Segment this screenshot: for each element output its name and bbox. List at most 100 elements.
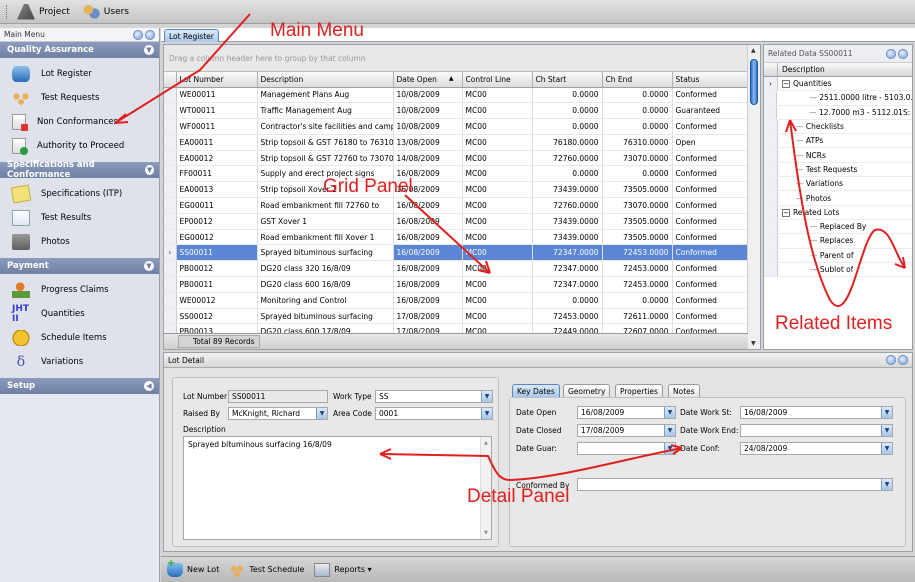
cell-description[interactable]: Strip topsoil & GST 72760 to 73070 [257, 150, 394, 167]
cell-control-line[interactable]: MC00 [462, 308, 533, 325]
test-schedule-button[interactable]: Test Schedule [229, 562, 304, 577]
cell-date-open[interactable]: 16/08/2009 [393, 292, 463, 309]
area-code-select[interactable]: 0001 ▼ [375, 407, 493, 420]
tab-key-dates[interactable]: Key Dates [512, 384, 560, 397]
section-specifications-and-conformance[interactable]: Specifications and Conformance ▼ [0, 160, 159, 180]
cell-status[interactable]: Open [672, 134, 749, 151]
table-row[interactable]: › SS00011 Sprayed bituminous surfacing 16/0… [164, 244, 749, 262]
cell-lot-number[interactable]: EP00012 [176, 213, 258, 230]
tree-node[interactable]: — Replaces [764, 234, 912, 249]
chevron-left-icon[interactable]: ◀ [144, 381, 154, 391]
cell-ch-start[interactable]: 72453.0000 [532, 308, 603, 325]
row-indicator[interactable] [164, 260, 177, 278]
cell-date-open[interactable]: 10/08/2009 [393, 118, 463, 135]
cell-description[interactable]: Contractor's site facilities and camp [257, 118, 394, 135]
cell-ch-start[interactable]: 73439.0000 [532, 229, 603, 246]
date-open-picker[interactable]: 16/08/2009 ▼ [577, 406, 676, 419]
cell-ch-end[interactable]: 72453.0000 [602, 260, 673, 278]
cell-ch-start[interactable]: 0.0000 [532, 165, 603, 183]
cell-ch-start[interactable]: 0.0000 [532, 102, 603, 120]
cell-date-open[interactable]: 16/08/2009 [393, 229, 463, 246]
cell-status[interactable]: Conformed [672, 150, 749, 167]
cell-ch-start[interactable]: 0.0000 [532, 118, 603, 135]
cell-lot-number[interactable]: EA00011 [176, 134, 258, 151]
sidebar-item-variations[interactable]: δ Variations [0, 350, 159, 374]
table-row[interactable]: SS00012 Sprayed bituminous surfacing 17/08… [164, 308, 749, 325]
cell-lot-number[interactable]: SS00012 [176, 308, 258, 325]
sidebar-item-test-results[interactable]: Test Results [0, 206, 159, 230]
pin-icon[interactable] [133, 29, 143, 40]
cell-control-line[interactable]: MC00 [462, 181, 533, 199]
sidebar-item-authority-to-proceed[interactable]: Authority to Proceed [0, 134, 159, 158]
cell-lot-number[interactable]: WT00011 [176, 102, 258, 120]
sidebar-item-photos[interactable]: Photos [0, 230, 159, 254]
cell-ch-end[interactable]: 73505.0000 [602, 229, 673, 246]
raised-by-select[interactable]: McKnight, Richard ▼ [228, 407, 328, 420]
cell-ch-end[interactable]: 0.0000 [602, 102, 673, 120]
date-work-end-picker[interactable]: ▼ [740, 424, 893, 437]
cell-ch-start[interactable]: 72760.0000 [532, 150, 603, 167]
cell-ch-end[interactable]: 72453.0000 [602, 276, 673, 293]
row-indicator[interactable] [164, 134, 177, 151]
conformed-by-select[interactable]: ▼ [577, 478, 893, 491]
tree-node[interactable]: — Variations [764, 177, 912, 192]
tree-node[interactable]: — Sublot of [764, 262, 912, 278]
cell-control-line[interactable]: MC00 [462, 134, 533, 151]
tree-node[interactable]: — ATPs [764, 134, 912, 149]
cell-control-line[interactable]: MC00 [462, 165, 533, 183]
chevron-down-icon[interactable]: ▼ [881, 425, 892, 436]
cell-status[interactable]: Conformed [672, 292, 749, 309]
cell-ch-end[interactable]: 0.0000 [602, 87, 673, 104]
cell-ch-start[interactable]: 72347.0000 [532, 276, 603, 293]
cell-status[interactable]: Guaranteed [672, 102, 749, 120]
cell-status[interactable]: Conformed [672, 276, 749, 293]
chevron-down-icon[interactable]: ▼ [881, 407, 892, 418]
column-header-lot-number[interactable]: Lot Number [176, 72, 258, 88]
tree-node[interactable]: − Related Lots [764, 205, 912, 220]
cell-description[interactable]: Monitoring and Control [257, 292, 394, 309]
tree-node[interactable]: — Photos [764, 191, 912, 206]
row-indicator[interactable] [164, 118, 177, 135]
chevron-down-icon[interactable]: ▼ [664, 443, 675, 454]
cell-date-open[interactable]: 16/08/2009 [393, 260, 463, 278]
new-lot-button[interactable]: New Lot [167, 558, 219, 577]
cell-description[interactable]: Sprayed bituminous surfacing [257, 244, 394, 262]
project-button[interactable]: Project [17, 3, 70, 20]
sidebar-item-quantities[interactable]: JHT II Quantities [0, 302, 159, 326]
tree-node[interactable]: — 2511.0000 litre - 5103.0... [764, 91, 912, 106]
cell-ch-end[interactable]: 73070.0000 [602, 197, 673, 214]
tree-node[interactable]: — 12.7000 m3 - 5112.01S: ... [764, 105, 912, 120]
cell-ch-start[interactable]: 0.0000 [532, 292, 603, 309]
cell-lot-number[interactable]: PB00011 [176, 276, 258, 293]
chevron-down-icon[interactable]: ▼ [881, 479, 892, 490]
cell-date-open[interactable]: 16/08/2009 [393, 197, 463, 214]
tab-notes[interactable]: Notes [668, 384, 700, 397]
row-indicator[interactable] [164, 308, 177, 325]
cell-lot-number[interactable]: EG00012 [176, 229, 258, 246]
row-indicator[interactable] [164, 181, 177, 199]
cell-ch-start[interactable]: 72760.0000 [532, 197, 603, 214]
users-button[interactable]: Users [81, 3, 129, 20]
chevron-down-icon[interactable]: ▼ [316, 408, 327, 419]
sidebar-item-schedule-items[interactable]: Schedule Items [0, 326, 159, 350]
cell-description[interactable]: DG20 class 600 16/8/09 [257, 276, 394, 293]
cell-date-open[interactable]: 17/08/2009 [393, 308, 463, 325]
cell-ch-start[interactable]: 73439.0000 [532, 181, 603, 199]
pin-icon[interactable] [886, 48, 896, 59]
tree-node[interactable]: › − Quantities [764, 77, 912, 92]
pin-icon[interactable] [886, 355, 896, 365]
chevron-down-icon[interactable]: ▼ [664, 407, 675, 418]
cell-description[interactable]: Management Plans Aug [257, 87, 394, 104]
chevron-down-icon[interactable]: ▼ [144, 261, 154, 271]
row-indicator[interactable] [164, 197, 177, 214]
scroll-down-icon[interactable]: ▼ [751, 340, 756, 347]
column-header-description[interactable]: Description [778, 65, 825, 74]
cell-ch-end[interactable]: 0.0000 [602, 165, 673, 183]
section-payment[interactable]: Payment ▼ [0, 258, 159, 274]
sidebar-item-progress-claims[interactable]: Progress Claims [0, 278, 159, 302]
cell-lot-number[interactable]: FF00011 [176, 165, 258, 183]
chevron-down-icon[interactable]: ▼ [664, 425, 675, 436]
tree-node[interactable]: — NCRs [764, 148, 912, 163]
table-row[interactable]: EP00012 GST Xover 1 16/08/2009 MC00 73439.00… [164, 213, 749, 230]
cell-date-open[interactable]: 10/08/2009 [393, 87, 463, 104]
